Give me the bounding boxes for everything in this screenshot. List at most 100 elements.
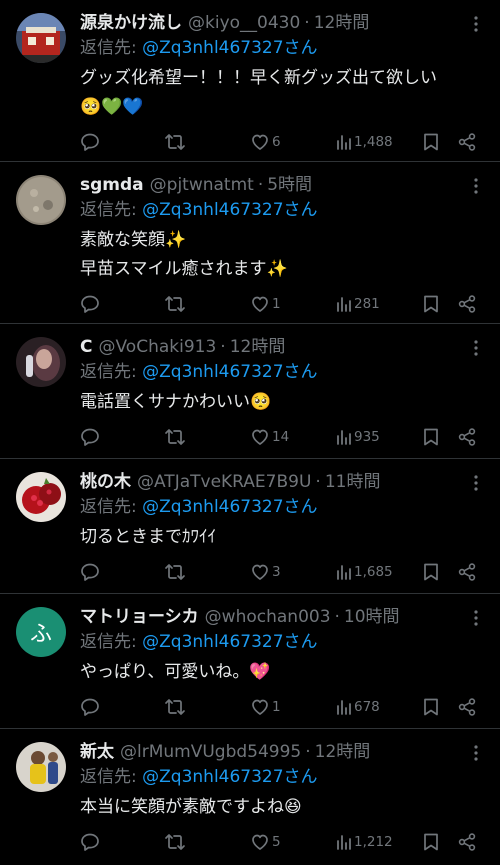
timestamp[interactable]: 12時間 bbox=[230, 336, 286, 358]
timestamp[interactable]: 12時間 bbox=[315, 741, 371, 763]
user-handle[interactable]: @pjtwnatmt bbox=[150, 174, 254, 196]
share-button[interactable] bbox=[457, 294, 477, 314]
avatar[interactable] bbox=[16, 742, 66, 792]
retweet-button[interactable] bbox=[164, 294, 188, 314]
reply-button[interactable] bbox=[80, 562, 102, 582]
avatar[interactable] bbox=[16, 13, 66, 63]
reply-icon bbox=[81, 428, 99, 446]
retweet-button[interactable] bbox=[164, 132, 188, 152]
reply-icon bbox=[81, 698, 99, 716]
bookmark-icon bbox=[424, 563, 438, 581]
views-button[interactable]: 1,488 bbox=[336, 132, 393, 152]
bookmark-button[interactable] bbox=[422, 294, 440, 314]
like-count: 14 bbox=[272, 429, 290, 445]
reply-item[interactable]: 桃の木 @ATJaTveKRAE7B9U · 11時間 返信先: @Zq3nhl… bbox=[0, 459, 500, 594]
mention-link[interactable]: @Zq3nhl467327さん bbox=[142, 362, 317, 382]
user-handle[interactable]: @lrMumVUgbd54995 bbox=[120, 741, 301, 763]
display-name[interactable]: sgmda bbox=[80, 174, 144, 196]
reply-text: やっぱり、可愛いね。💖 bbox=[80, 658, 484, 687]
share-button[interactable] bbox=[457, 132, 477, 152]
display-name[interactable]: マトリョーシカ bbox=[80, 606, 199, 628]
bookmark-icon bbox=[424, 295, 438, 313]
timestamp[interactable]: 10時間 bbox=[344, 606, 400, 628]
reply-button[interactable] bbox=[80, 427, 102, 447]
bookmark-button[interactable] bbox=[422, 132, 440, 152]
avatar[interactable] bbox=[16, 337, 66, 387]
reply-button[interactable] bbox=[80, 697, 102, 717]
share-button[interactable] bbox=[457, 697, 477, 717]
reply-button[interactable] bbox=[80, 832, 102, 852]
share-button[interactable] bbox=[457, 562, 477, 582]
mention-link[interactable]: @Zq3nhl467327さん bbox=[142, 497, 317, 517]
avatar[interactable] bbox=[16, 472, 66, 522]
more-options-icon[interactable] bbox=[466, 14, 486, 34]
user-handle[interactable]: @kiyo__0430 bbox=[188, 12, 300, 34]
display-name[interactable]: C bbox=[80, 336, 92, 358]
share-button[interactable] bbox=[457, 427, 477, 447]
reply-item[interactable]: C @VoChaki913 · 12時間 返信先: @Zq3nhl467327さ… bbox=[0, 324, 500, 459]
share-button[interactable] bbox=[457, 832, 477, 852]
analytics-icon bbox=[337, 565, 351, 580]
reply-text-line: 切るときまでｶﾜｲｲ bbox=[80, 527, 216, 547]
like-button[interactable]: 1 bbox=[250, 697, 281, 717]
heart-icon bbox=[252, 834, 268, 850]
reply-item[interactable]: ふ マトリョーシカ @whochan003 · 10時間 返信先: @Zq3nh… bbox=[0, 594, 500, 729]
display-name[interactable]: 新太 bbox=[80, 741, 114, 763]
reply-item[interactable]: 源泉かけ流し @kiyo__0430 · 12時間 返信先: @Zq3nhl46… bbox=[0, 0, 500, 162]
heart-icon bbox=[252, 429, 268, 445]
timestamp[interactable]: 11時間 bbox=[325, 471, 381, 493]
more-options-icon[interactable] bbox=[466, 608, 486, 628]
like-button[interactable]: 1 bbox=[250, 294, 281, 314]
bookmark-button[interactable] bbox=[422, 832, 440, 852]
reply-button[interactable] bbox=[80, 132, 102, 152]
reply-text-line: 電話置くサナかわいい🥺 bbox=[80, 392, 272, 412]
views-button[interactable]: 281 bbox=[336, 294, 380, 314]
timestamp[interactable]: 12時間 bbox=[314, 12, 370, 34]
avatar[interactable]: ふ bbox=[16, 607, 66, 657]
view-count: 281 bbox=[354, 296, 380, 312]
more-options-icon[interactable] bbox=[466, 473, 486, 493]
reply-button[interactable] bbox=[80, 294, 102, 314]
timestamp[interactable]: 5時間 bbox=[267, 174, 312, 196]
reply-icon bbox=[81, 133, 99, 151]
mention-link[interactable]: @Zq3nhl467327さん bbox=[142, 38, 317, 58]
reply-item[interactable]: sgmda @pjtwnatmt · 5時間 返信先: @Zq3nhl46732… bbox=[0, 162, 500, 324]
reply-header: sgmda @pjtwnatmt · 5時間 bbox=[80, 174, 484, 196]
like-button[interactable]: 6 bbox=[250, 132, 281, 152]
like-button[interactable]: 5 bbox=[250, 832, 281, 852]
more-options-icon[interactable] bbox=[466, 176, 486, 196]
bookmark-button[interactable] bbox=[422, 427, 440, 447]
retweet-button[interactable] bbox=[164, 427, 188, 447]
share-icon bbox=[458, 133, 476, 151]
bookmark-button[interactable] bbox=[422, 697, 440, 717]
reply-header: 新太 @lrMumVUgbd54995 · 12時間 bbox=[80, 741, 484, 763]
mention-link[interactable]: @Zq3nhl467327さん bbox=[142, 200, 317, 220]
mention-link[interactable]: @Zq3nhl467327さん bbox=[142, 632, 317, 652]
avatar[interactable] bbox=[16, 175, 66, 225]
analytics-icon bbox=[337, 835, 351, 850]
like-button[interactable]: 14 bbox=[250, 427, 289, 447]
view-count: 935 bbox=[354, 429, 380, 445]
like-count: 6 bbox=[272, 134, 281, 150]
reply-item[interactable]: 新太 @lrMumVUgbd54995 · 12時間 返信先: @Zq3nhl4… bbox=[0, 729, 500, 865]
mention-link[interactable]: @Zq3nhl467327さん bbox=[142, 767, 317, 787]
heart-icon bbox=[252, 296, 268, 312]
display-name[interactable]: 源泉かけ流し bbox=[80, 12, 182, 34]
retweet-button[interactable] bbox=[164, 832, 188, 852]
bookmark-button[interactable] bbox=[422, 562, 440, 582]
retweet-button[interactable] bbox=[164, 562, 188, 582]
user-handle[interactable]: @whochan003 bbox=[205, 606, 331, 628]
reply-timeline: 源泉かけ流し @kiyo__0430 · 12時間 返信先: @Zq3nhl46… bbox=[0, 0, 500, 865]
views-button[interactable]: 1,212 bbox=[336, 832, 393, 852]
views-button[interactable]: 1,685 bbox=[336, 562, 393, 582]
like-button[interactable]: 3 bbox=[250, 562, 281, 582]
views-button[interactable]: 935 bbox=[336, 427, 380, 447]
action-bar: 1 281 bbox=[80, 284, 484, 328]
display-name[interactable]: 桃の木 bbox=[80, 471, 131, 493]
user-handle[interactable]: @VoChaki913 bbox=[98, 336, 216, 358]
views-button[interactable]: 678 bbox=[336, 697, 380, 717]
more-options-icon[interactable] bbox=[466, 338, 486, 358]
user-handle[interactable]: @ATJaTveKRAE7B9U bbox=[137, 471, 311, 493]
more-options-icon[interactable] bbox=[466, 743, 486, 763]
retweet-button[interactable] bbox=[164, 697, 188, 717]
